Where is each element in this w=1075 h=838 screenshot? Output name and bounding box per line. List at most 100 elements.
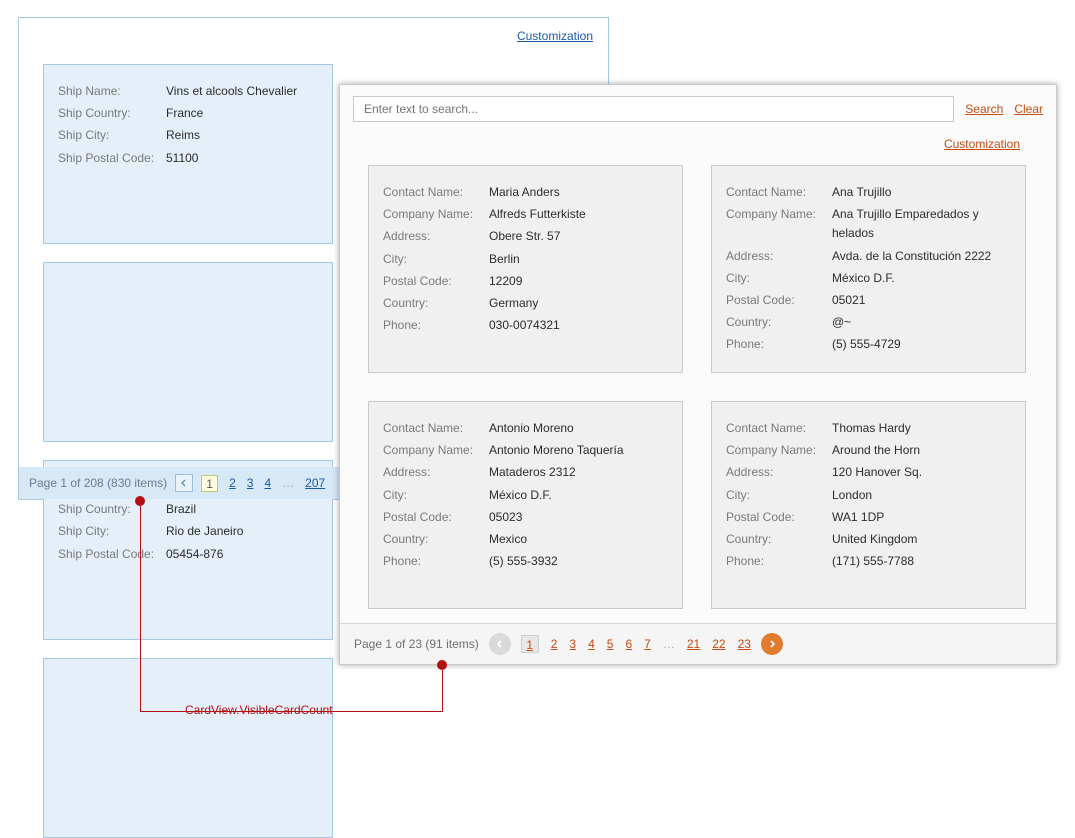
callout-line	[140, 506, 141, 711]
label: Address:	[383, 463, 481, 482]
label: Ship Country:	[58, 104, 158, 123]
label: Postal Code:	[726, 291, 824, 310]
label: Country:	[383, 530, 481, 549]
value: México D.F.	[832, 269, 895, 288]
label: Phone:	[383, 316, 481, 335]
value: United Kingdom	[832, 530, 917, 549]
label: Phone:	[383, 552, 481, 571]
page-number[interactable]: 7	[644, 637, 651, 651]
label: Ship City:	[58, 522, 158, 541]
search-bar: Search Clear	[340, 85, 1056, 131]
ellipsis: …	[282, 476, 294, 490]
value: Around the Horn	[832, 441, 920, 460]
label: Contact Name:	[383, 419, 481, 438]
page-number[interactable]: 2	[229, 476, 236, 490]
label: Address:	[726, 463, 824, 482]
orange-next-button[interactable]	[761, 633, 783, 655]
page-number[interactable]: 6	[625, 637, 632, 651]
callout-line	[442, 670, 443, 711]
contact-card: Contact Name:Thomas Hardy Company Name:A…	[711, 401, 1026, 609]
value: WA1 1DP	[832, 508, 884, 527]
blue-topbar: Customization	[19, 18, 608, 54]
label: Company Name:	[726, 441, 824, 460]
page-number[interactable]: 21	[687, 637, 700, 651]
page-number[interactable]: 1	[201, 475, 218, 492]
contact-card: Contact Name:Maria Anders Company Name:A…	[368, 165, 683, 373]
ship-card	[43, 658, 333, 838]
label: Postal Code:	[383, 508, 481, 527]
value: Avda. de la Constitución 2222	[832, 247, 991, 266]
page-number[interactable]: 4	[588, 637, 595, 651]
orange-pager-summary: Page 1 of 23 (91 items)	[354, 637, 479, 651]
orange-topbar: Customization	[340, 131, 1056, 165]
value: Antonio Moreno	[489, 419, 574, 438]
value: (5) 555-4729	[832, 335, 901, 354]
label: Country:	[726, 530, 824, 549]
label: Address:	[726, 247, 824, 266]
page-number[interactable]: 1	[521, 635, 539, 653]
label: Postal Code:	[383, 272, 481, 291]
contact-cardview-panel: Search Clear Customization Contact Name:…	[339, 84, 1057, 665]
value: Ana Trujillo	[832, 183, 891, 202]
label: Company Name:	[726, 205, 824, 243]
value: Brazil	[166, 500, 196, 519]
blue-page-numbers: 1 2 3 4 … 207	[201, 475, 325, 492]
label: City:	[726, 486, 824, 505]
value: Maria Anders	[489, 183, 560, 202]
value: Reims	[166, 126, 200, 145]
orange-pager: Page 1 of 23 (91 items) 1 2 3 4 5 6 7 … …	[340, 623, 1056, 664]
value: (171) 555-7788	[832, 552, 914, 571]
label: City:	[383, 486, 481, 505]
value: 05021	[832, 291, 865, 310]
label: Postal Code:	[726, 508, 824, 527]
value: France	[166, 104, 203, 123]
orange-prev-button[interactable]	[489, 633, 511, 655]
label: Company Name:	[383, 205, 481, 224]
page-number[interactable]: 23	[738, 637, 751, 651]
value: México D.F.	[489, 486, 552, 505]
value: Germany	[489, 294, 538, 313]
page-number[interactable]: 3	[569, 637, 576, 651]
page-number[interactable]: 3	[247, 476, 254, 490]
label: Country:	[726, 313, 824, 332]
value: 030-0074321	[489, 316, 560, 335]
value: Ana Trujillo Emparedados y helados	[832, 205, 1011, 243]
page-number[interactable]: 207	[305, 476, 325, 490]
search-link[interactable]: Search	[965, 102, 1003, 116]
page-number[interactable]: 22	[712, 637, 725, 651]
value: Vins et alcools Chevalier	[166, 82, 297, 101]
callout-label: CardView.VisibleCardCount	[185, 703, 333, 717]
value: London	[832, 486, 872, 505]
label: Ship Postal Code:	[58, 545, 158, 564]
blue-customization-link[interactable]: Customization	[517, 29, 593, 43]
orange-customization-link[interactable]: Customization	[944, 137, 1020, 151]
value: Mataderos 2312	[489, 463, 576, 482]
value: Mexico	[489, 530, 527, 549]
clear-link[interactable]: Clear	[1014, 102, 1043, 116]
page-number[interactable]: 5	[607, 637, 614, 651]
label: Ship Postal Code:	[58, 149, 158, 168]
label: Contact Name:	[726, 183, 824, 202]
orange-cards-container: Contact Name:Maria Anders Company Name:A…	[340, 165, 1056, 609]
blue-prev-button[interactable]	[175, 474, 193, 492]
label: Country:	[383, 294, 481, 313]
value: Berlin	[489, 250, 520, 269]
callout-dot	[437, 660, 447, 670]
label: Phone:	[726, 552, 824, 571]
value: Antonio Moreno Taquería	[489, 441, 624, 460]
page-number[interactable]: 4	[264, 476, 271, 490]
value: Alfreds Futterkiste	[489, 205, 586, 224]
callout-dot	[135, 496, 145, 506]
value: 05454-876	[166, 545, 223, 564]
contact-card: Contact Name:Antonio Moreno Company Name…	[368, 401, 683, 609]
value: Obere Str. 57	[489, 227, 560, 246]
label: Contact Name:	[726, 419, 824, 438]
page-number[interactable]: 2	[551, 637, 558, 651]
value: @~	[832, 313, 851, 332]
label: Phone:	[726, 335, 824, 354]
orange-page-numbers: 1 2 3 4 5 6 7 … 21 22 23	[521, 635, 751, 653]
label: Address:	[383, 227, 481, 246]
blue-pager-summary: Page 1 of 208 (830 items)	[29, 476, 167, 490]
search-input[interactable]	[353, 96, 954, 122]
value: 05023	[489, 508, 522, 527]
